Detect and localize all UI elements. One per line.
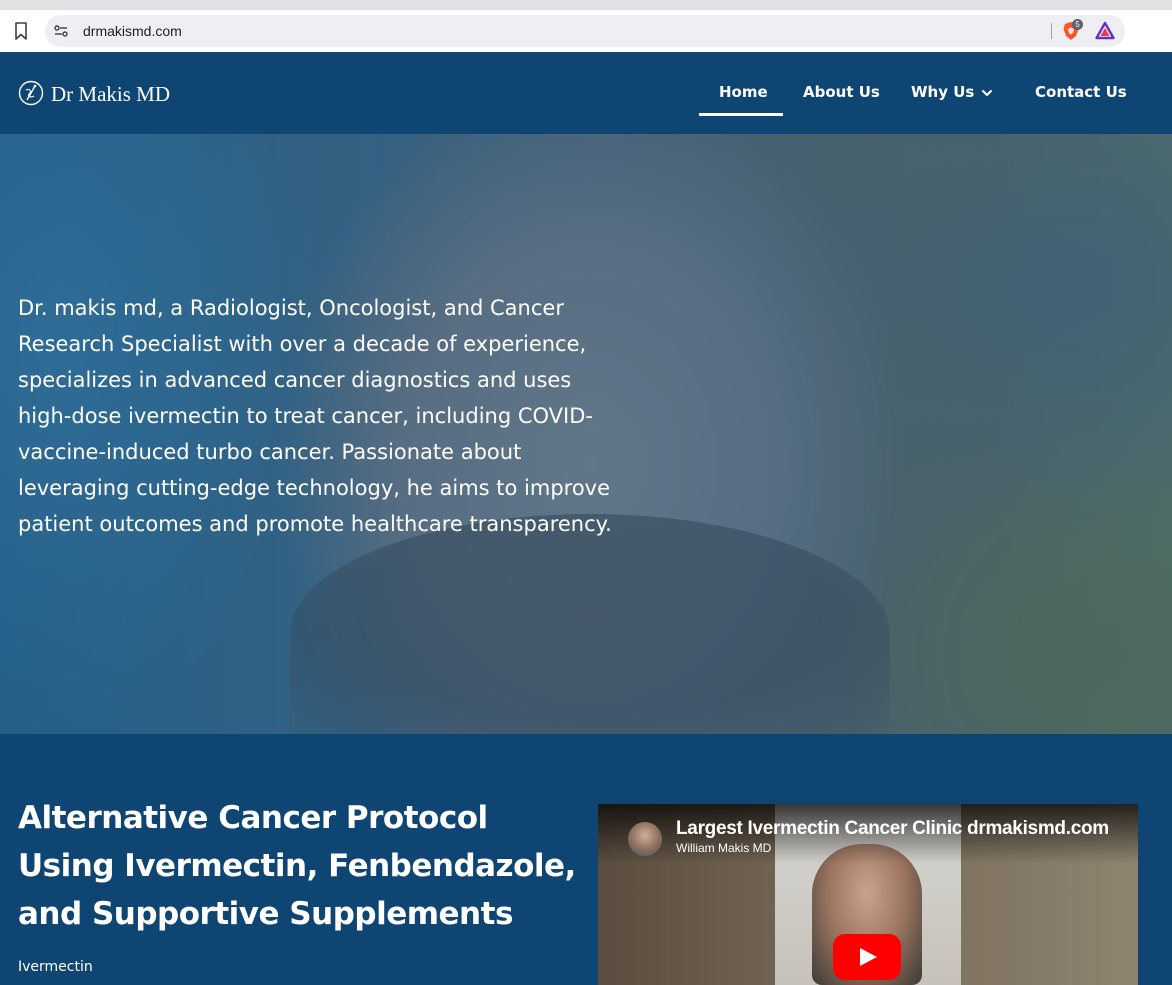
- address-bar[interactable]: drmakismd.com 5: [45, 15, 1125, 47]
- nav-about-us[interactable]: About Us: [803, 82, 880, 102]
- nav-active-indicator: [699, 113, 783, 116]
- address-bar-divider: [1051, 23, 1052, 39]
- hero-banner: Dr. makis md, a Radiologist, Oncologist,…: [0, 134, 1172, 734]
- nav-why-us[interactable]: Why Us: [911, 82, 974, 102]
- nav-home[interactable]: Home: [719, 82, 768, 102]
- site-info-icon[interactable]: [53, 23, 69, 39]
- shields-count-badge: 5: [1072, 19, 1083, 30]
- url-text[interactable]: drmakismd.com: [83, 23, 182, 39]
- site-header: Dr Makis MD Home About Us Why Us Contact…: [0, 52, 1172, 134]
- hero-description: Dr. makis md, a Radiologist, Oncologist,…: [18, 296, 612, 536]
- bookmark-icon[interactable]: [14, 22, 28, 40]
- chevron-down-icon[interactable]: [981, 88, 993, 98]
- protocol-subheading: Ivermectin: [18, 959, 93, 975]
- video-channel-name[interactable]: William Makis MD: [676, 841, 771, 855]
- caduceus-logo-icon[interactable]: [18, 80, 44, 106]
- youtube-video-embed[interactable]: Largest Ivermectin Cancer Clinic drmakis…: [598, 804, 1138, 985]
- browser-tab-strip: [0, 0, 1172, 10]
- play-icon[interactable]: [833, 934, 901, 980]
- video-title[interactable]: Largest Ivermectin Cancer Clinic drmakis…: [676, 818, 1126, 840]
- protocol-heading: Alternative Cancer Protocol Using Iverme…: [18, 800, 576, 932]
- browser-toolbar: drmakismd.com 5: [0, 0, 1172, 52]
- nav-contact-us[interactable]: Contact Us: [1035, 82, 1127, 102]
- site-logo-text[interactable]: Dr Makis MD: [51, 82, 170, 106]
- brave-rewards-icon[interactable]: [1095, 21, 1115, 41]
- channel-avatar[interactable]: [628, 822, 662, 856]
